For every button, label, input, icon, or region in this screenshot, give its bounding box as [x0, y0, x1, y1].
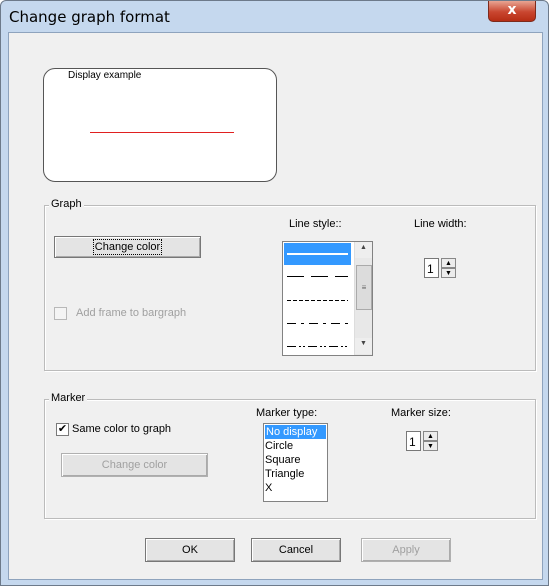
- marker-type-listbox[interactable]: No display Circle Square Triangle X: [263, 423, 328, 502]
- line-style-option-dash-dot[interactable]: [284, 313, 351, 335]
- line-style-option-solid[interactable]: [284, 243, 351, 265]
- marker-type-option-square[interactable]: Square: [265, 453, 300, 467]
- marker-size-label: Marker size:: [391, 407, 451, 419]
- graph-group-label: Graph: [49, 198, 84, 210]
- line-style-scrollbar[interactable]: ▲ ≡ ▼: [354, 242, 372, 355]
- line-width-label: Line width:: [414, 218, 467, 230]
- display-example-label: Display example: [68, 70, 142, 81]
- close-icon: x: [507, 2, 517, 18]
- marker-type-option-no-display[interactable]: No display: [265, 425, 326, 439]
- line-width-up-icon[interactable]: ▲: [441, 258, 456, 268]
- title-bar[interactable]: Change graph format x: [1, 1, 548, 33]
- marker-change-color-button[interactable]: Change color: [61, 453, 208, 477]
- scroll-thumb[interactable]: ≡: [356, 265, 372, 310]
- line-style-label: Line style::: [289, 218, 342, 230]
- line-style-listbox[interactable]: ▲ ≡ ▼: [282, 241, 373, 356]
- line-style-option-long-dash[interactable]: [284, 266, 351, 288]
- marker-type-option-circle[interactable]: Circle: [265, 439, 293, 453]
- marker-size-down-icon[interactable]: ▼: [423, 441, 438, 451]
- marker-size-up-icon[interactable]: ▲: [423, 431, 438, 441]
- close-button[interactable]: x: [488, 1, 536, 22]
- dialog-window: Change graph format x Display example Gr…: [0, 0, 549, 586]
- marker-group-label: Marker: [49, 392, 88, 404]
- add-frame-checkbox[interactable]: [54, 307, 67, 320]
- same-color-label: Same color to graph: [72, 423, 172, 435]
- line-style-option-dash-dot-dot[interactable]: [284, 336, 351, 355]
- scroll-down-icon[interactable]: ▼: [355, 338, 372, 354]
- ok-button[interactable]: OK: [145, 538, 235, 562]
- line-width-value[interactable]: 1: [424, 258, 439, 278]
- add-frame-label: Add frame to bargraph: [76, 307, 187, 319]
- marker-type-option-triangle[interactable]: Triangle: [265, 467, 304, 481]
- marker-size-value[interactable]: 1: [406, 431, 421, 451]
- display-example-preview: Display example: [43, 68, 277, 182]
- dialog-client-area: Display example Graph Change color Add f…: [8, 32, 543, 580]
- dialog-title: Change graph format: [9, 8, 170, 26]
- grip-icon: ≡: [361, 283, 367, 292]
- line-width-down-icon[interactable]: ▼: [441, 268, 456, 278]
- marker-type-option-x[interactable]: X: [265, 481, 272, 495]
- marker-type-label: Marker type:: [256, 407, 318, 419]
- line-style-option-short-dash[interactable]: [284, 290, 351, 312]
- graph-change-color-button[interactable]: Change color: [54, 236, 201, 258]
- preview-line: [90, 132, 234, 133]
- apply-button[interactable]: Apply: [361, 538, 451, 562]
- same-color-checkbox[interactable]: ✔: [56, 423, 69, 436]
- scroll-up-icon[interactable]: ▲: [355, 242, 372, 258]
- cancel-button[interactable]: Cancel: [251, 538, 341, 562]
